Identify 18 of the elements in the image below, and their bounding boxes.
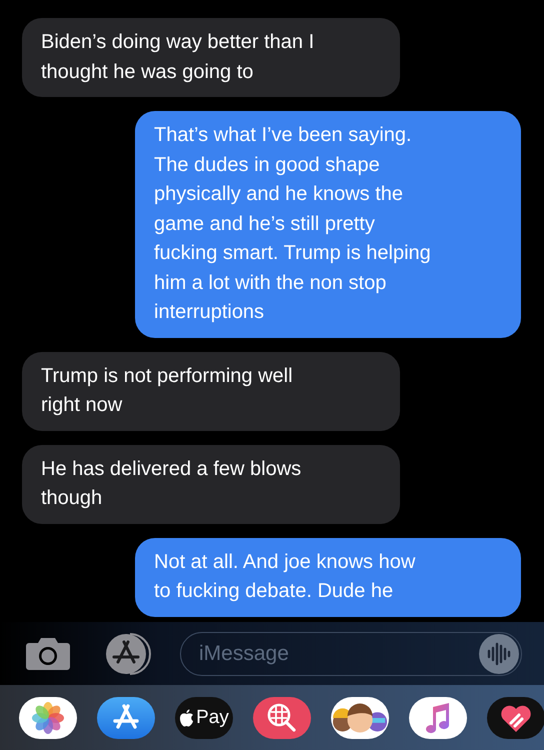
app-drawer-button[interactable] bbox=[253, 696, 311, 738]
app-drawer-button[interactable] bbox=[97, 696, 155, 738]
app-drawer-button[interactable] bbox=[409, 696, 467, 738]
message-bubble: He has delivered a few blows though bbox=[22, 444, 400, 524]
message-bubble: Biden’s doing way better than I thought he was going to bbox=[22, 18, 400, 97]
message-bubble: That’s what I’ve been saying. The dudes in good shape physically and he knows the game and he’s still pretty fucking smart. Trump is helping him a lot with the non stop interruptions bbox=[135, 111, 521, 338]
camera-icon[interactable] bbox=[25, 636, 71, 670]
app-drawer-button[interactable] bbox=[19, 696, 77, 738]
message-bubble: Not at all. And joe knows how to fucking debate. Dude he bbox=[135, 538, 521, 616]
pay-label: Pay bbox=[196, 706, 229, 728]
app-drawer-button[interactable]: Pay bbox=[175, 696, 233, 738]
message-field[interactable]: iMessage bbox=[180, 632, 522, 676]
flower-icon bbox=[31, 700, 65, 734]
app-drawer-button[interactable] bbox=[487, 696, 544, 738]
apple-icon bbox=[179, 708, 194, 726]
audio-wave-icon[interactable] bbox=[479, 634, 519, 674]
app-drawer-button[interactable] bbox=[331, 696, 389, 738]
message-bubble: Trump is not performing well right now bbox=[22, 352, 400, 430]
